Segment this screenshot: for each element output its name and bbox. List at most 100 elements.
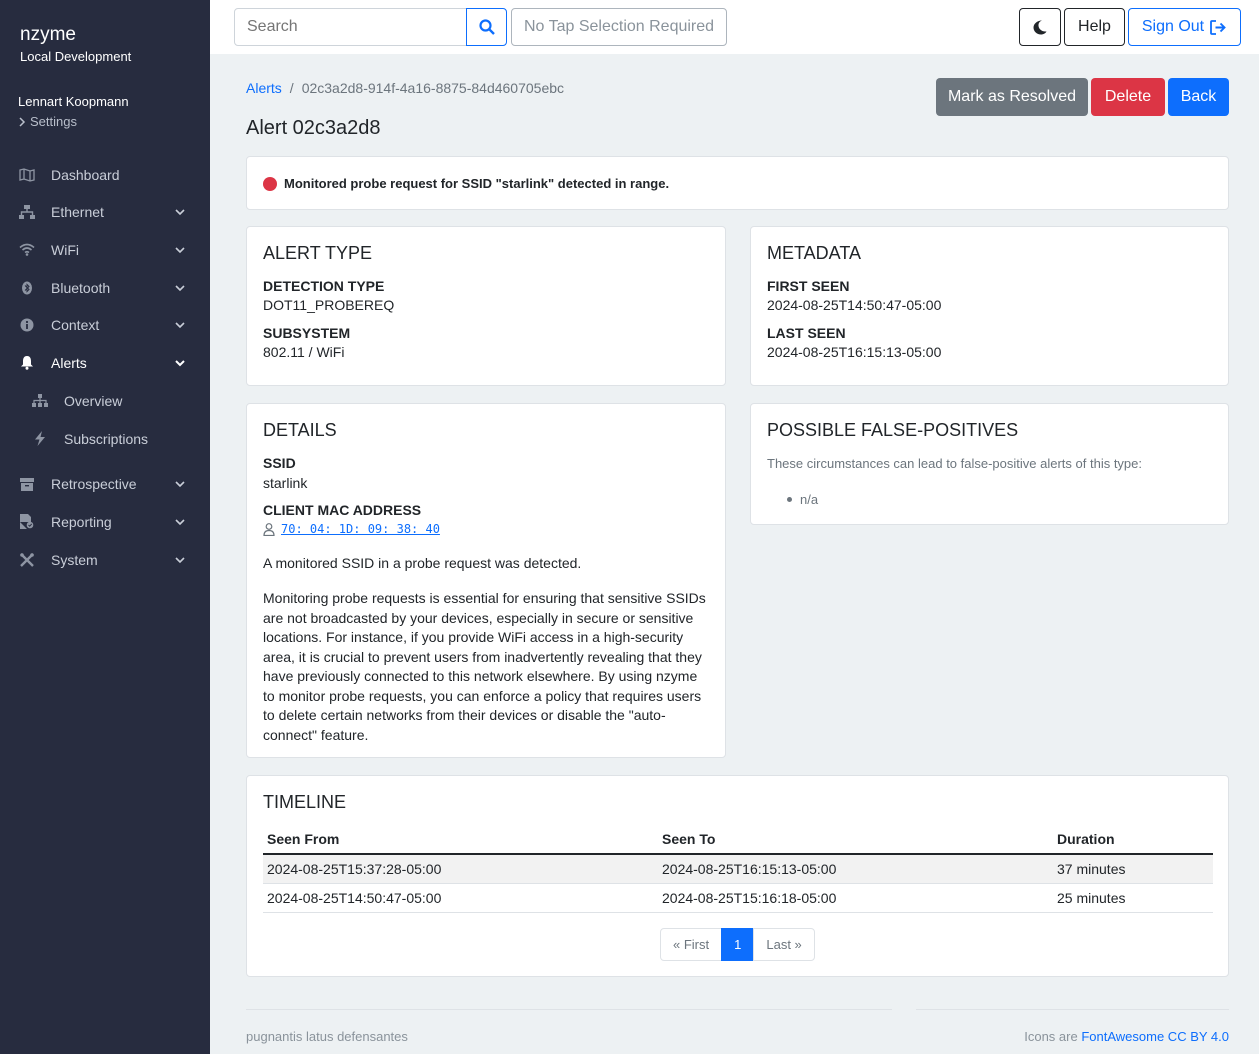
sidebar-item-bluetooth[interactable]: Bluetooth (0, 269, 210, 307)
details-description: Monitoring probe requests is essential f… (263, 590, 706, 743)
sign-out-button[interactable]: Sign Out (1128, 8, 1241, 46)
chevron-down-icon (175, 322, 185, 329)
client-mac: 70: 04: 1D: 09: 38: 40 (263, 522, 440, 536)
sidebar-item-alerts[interactable]: Alerts (0, 344, 210, 382)
table-header-row: Seen From Seen To Duration (263, 824, 1213, 855)
delete-button[interactable]: Delete (1091, 78, 1165, 116)
card-title: TIMELINE (263, 792, 347, 812)
report-icon (18, 513, 36, 531)
alert-status-card: Monitored probe request for SSID "starli… (246, 156, 1229, 210)
bullet-icon (787, 497, 792, 502)
client-mac-link[interactable]: 70: 04: 1D: 09: 38: 40 (281, 522, 440, 536)
tap-selector[interactable]: No Tap Selection Required (511, 8, 727, 46)
dark-mode-button[interactable] (1019, 8, 1061, 46)
user-block: Lennart Koopmann Settings (18, 94, 129, 129)
chevron-right-icon (19, 116, 26, 127)
sidebar-item-label: Ethernet (51, 204, 104, 221)
table-cell: 37 minutes (1053, 854, 1213, 884)
first-seen-label: FIRST SEEN (767, 278, 850, 294)
help-button[interactable]: Help (1064, 8, 1125, 46)
sidebar-item-label: Retrospective (51, 476, 137, 493)
table-cell: 2024-08-25T14:50:47-05:00 (263, 883, 658, 913)
sidebar-subitem-label: Subscriptions (64, 430, 149, 447)
false-positives-card: POSSIBLE FALSE-POSITIVES These circumsta… (750, 403, 1229, 525)
chevron-down-icon (175, 519, 185, 526)
false-positives-intro: These circumstances can lead to false-po… (767, 456, 1143, 471)
sidebar-subitem-overview[interactable]: Overview (0, 382, 210, 420)
mark-resolved-button[interactable]: Mark as Resolved (936, 78, 1088, 116)
footer-credits: Icons are FontAwesome CC BY 4.0 (1024, 1029, 1229, 1044)
sidebar-item-system[interactable]: System (0, 541, 210, 579)
sidebar-item-retrospective[interactable]: Retrospective (0, 466, 210, 504)
sidebar: nzyme Local Development Lennart Koopmann… (0, 0, 210, 1054)
detection-type-label: DETECTION TYPE (263, 278, 385, 294)
column-header: Seen From (263, 824, 658, 855)
app-name: nzyme (20, 24, 76, 45)
subsystem-value: 802.11 / WiFi (263, 344, 345, 360)
search-input[interactable] (234, 8, 467, 46)
sign-out-label: Sign Out (1141, 18, 1205, 35)
false-positive-text: n/a (800, 492, 819, 507)
archive-icon (18, 475, 36, 493)
status-indicator-icon (263, 177, 277, 191)
moon-icon (1033, 20, 1047, 34)
info-icon (18, 316, 36, 334)
sidebar-item-dashboard[interactable]: Dashboard (0, 156, 210, 194)
sidebar-item-label: Dashboard (51, 166, 120, 183)
breadcrumb: Alerts / 02c3a2d8-914f-4a16-8875-84d4607… (246, 80, 564, 96)
sidebar-item-ethernet[interactable]: Ethernet (0, 194, 210, 232)
settings-link[interactable]: Settings (18, 114, 129, 129)
chevron-down-icon (175, 556, 185, 563)
card-title: DETAILS (263, 420, 337, 440)
table-cell: 2024-08-25T15:16:18-05:00 (658, 883, 1053, 913)
bluetooth-icon (18, 279, 36, 297)
timeline-card: TIMELINE Seen From Seen To Duration 2024… (246, 775, 1229, 977)
chevron-down-icon (175, 285, 185, 291)
sidebar-item-reporting[interactable]: Reporting (0, 503, 210, 541)
breadcrumb-alerts-link[interactable]: Alerts (246, 80, 282, 96)
chevron-down-icon (175, 481, 185, 488)
pagination-first[interactable]: « First (660, 928, 723, 961)
sidebar-item-label: Reporting (51, 513, 112, 530)
sidebar-item-label: Alerts (51, 354, 87, 371)
alert-status-message: Monitored probe request for SSID "starli… (284, 176, 670, 191)
sidebar-item-wifi[interactable]: WiFi (0, 231, 210, 269)
search-icon (478, 19, 495, 35)
brand[interactable]: nzyme Local Development (20, 24, 131, 64)
sidebar-nav: Dashboard Ethernet WiFi Bluetooth Contex… (0, 156, 210, 578)
sidebar-item-label: WiFi (51, 241, 79, 258)
sitemap-icon (31, 392, 49, 410)
settings-label: Settings (30, 114, 77, 129)
card-title: ALERT TYPE (263, 243, 373, 263)
back-button[interactable]: Back (1168, 78, 1229, 116)
footer-divider (916, 1009, 1229, 1010)
sidebar-item-context[interactable]: Context (0, 306, 210, 344)
metadata-card: METADATA FIRST SEEN 2024-08-25T14:50:47-… (750, 226, 1229, 386)
details-summary: A monitored SSID in a probe request was … (263, 555, 582, 571)
pagination-last[interactable]: Last » (753, 928, 815, 961)
footer-tagline: pugnantis latus defensantes (246, 1029, 408, 1044)
chevron-down-icon (175, 360, 185, 367)
list-item: n/a (787, 492, 818, 507)
fontawesome-link[interactable]: FontAwesome CC BY 4.0 (1081, 1029, 1229, 1044)
table-cell: 2024-08-25T16:15:13-05:00 (658, 854, 1053, 884)
search-button[interactable] (466, 8, 507, 46)
bolt-icon (31, 430, 49, 448)
topbar: No Tap Selection Required Help Sign Out (210, 0, 1259, 54)
detection-type-value: DOT11_PROBEREQ (263, 297, 395, 313)
user-icon (263, 522, 275, 536)
table-row: 2024-08-25T15:37:28-05:00 2024-08-25T16:… (263, 854, 1213, 884)
user-name: Lennart Koopmann (18, 94, 129, 109)
ssid-label: SSID (263, 455, 296, 471)
card-title: POSSIBLE FALSE-POSITIVES (767, 420, 1019, 440)
table-row: 2024-08-25T14:50:47-05:00 2024-08-25T15:… (263, 883, 1213, 913)
pagination: « First 1 Last » (660, 928, 815, 961)
sidebar-subitem-subscriptions[interactable]: Subscriptions (0, 420, 210, 458)
client-mac-label: CLIENT MAC ADDRESS (263, 502, 422, 518)
pagination-page-1[interactable]: 1 (721, 928, 755, 961)
column-header: Duration (1053, 824, 1213, 855)
footer-credits-prefix: Icons are (1024, 1029, 1078, 1044)
details-card: DETAILS SSID starlink CLIENT MAC ADDRESS… (246, 403, 726, 758)
subsystem-label: SUBSYSTEM (263, 325, 351, 341)
wifi-icon (18, 241, 36, 259)
